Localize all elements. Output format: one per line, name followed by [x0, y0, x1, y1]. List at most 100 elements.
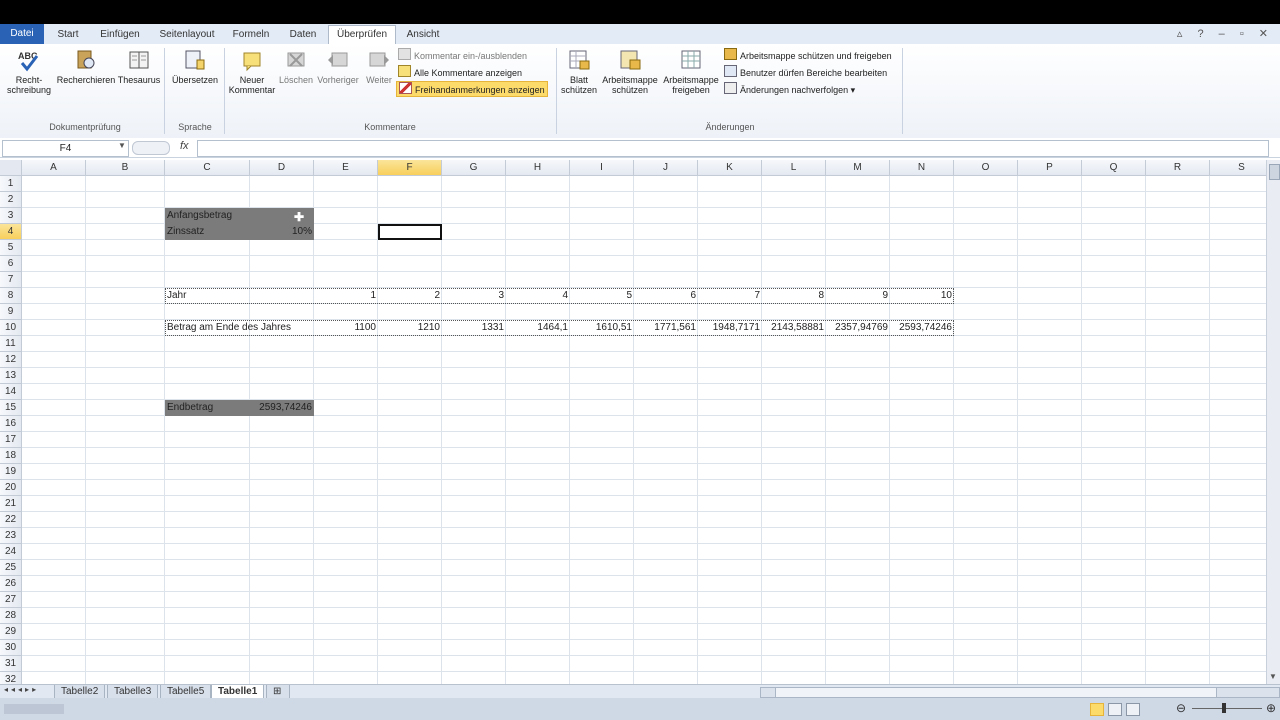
next-comment-button[interactable]: Weiter: [362, 48, 396, 85]
tab-einfuegen[interactable]: Einfügen: [92, 26, 148, 43]
row-header-1[interactable]: 1: [0, 176, 22, 192]
cell-c3[interactable]: Anfangsbetrag: [165, 208, 250, 224]
sheet-tab-tabelle1[interactable]: Tabelle1: [211, 685, 265, 698]
column-header-l[interactable]: L: [762, 160, 826, 176]
zoom-slider-handle[interactable]: [1222, 703, 1226, 713]
column-header-f[interactable]: F: [378, 160, 442, 176]
row-header-11[interactable]: 11: [0, 336, 22, 352]
row-header-10[interactable]: 10: [0, 320, 22, 336]
hscroll-thumb[interactable]: [775, 688, 1217, 697]
zoom-in-icon[interactable]: ⊕: [1266, 701, 1276, 715]
row-header-6[interactable]: 6: [0, 256, 22, 272]
column-header-n[interactable]: N: [890, 160, 954, 176]
sheet-tab-tabelle2[interactable]: Tabelle2: [54, 685, 106, 698]
row-header-20[interactable]: 20: [0, 480, 22, 496]
select-all-corner[interactable]: [0, 160, 22, 176]
tab-start[interactable]: Start: [50, 26, 86, 43]
row-header-32[interactable]: 32: [0, 672, 22, 684]
spelling-button[interactable]: ABC Recht- schreibung: [4, 48, 54, 95]
tab-datei[interactable]: Datei: [0, 24, 44, 44]
show-ink-button[interactable]: Freihandanmerkungen anzeigen: [396, 81, 548, 97]
row-header-14[interactable]: 14: [0, 384, 22, 400]
zoom-slider[interactable]: [1192, 708, 1262, 709]
tab-seitenlayout[interactable]: Seitenlayout: [154, 26, 220, 43]
window-controls[interactable]: ▵ ? – ▫ ✕: [1177, 27, 1274, 40]
active-cell-cursor[interactable]: [378, 224, 442, 240]
page-break-view-icon[interactable]: [1126, 703, 1140, 716]
column-header-b[interactable]: B: [86, 160, 165, 176]
protect-workbook-button[interactable]: Arbeitsmappe schützen: [600, 48, 660, 95]
row-header-25[interactable]: 25: [0, 560, 22, 576]
row-header-8[interactable]: 8: [0, 288, 22, 304]
row-header-2[interactable]: 2: [0, 192, 22, 208]
row-header-3[interactable]: 3: [0, 208, 22, 224]
formula-controls[interactable]: [132, 141, 170, 155]
row-header-28[interactable]: 28: [0, 608, 22, 624]
row-header-30[interactable]: 30: [0, 640, 22, 656]
row-header-27[interactable]: 27: [0, 592, 22, 608]
column-header-q[interactable]: Q: [1082, 160, 1146, 176]
sheet-nav-icon[interactable]: ◂◂◂▸▸: [4, 685, 39, 694]
allow-ranges-button[interactable]: Benutzer dürfen Bereiche bearbeiten: [724, 65, 887, 79]
tab-daten[interactable]: Daten: [282, 26, 324, 43]
formula-input[interactable]: [197, 140, 1269, 157]
column-header-r[interactable]: R: [1146, 160, 1210, 176]
horizontal-scrollbar[interactable]: [760, 687, 1280, 698]
tab-ueberpruefen[interactable]: Überprüfen: [328, 25, 396, 45]
row-header-5[interactable]: 5: [0, 240, 22, 256]
insert-function-icon[interactable]: fx: [180, 140, 189, 152]
row-header-24[interactable]: 24: [0, 544, 22, 560]
row-header-16[interactable]: 16: [0, 416, 22, 432]
column-header-p[interactable]: P: [1018, 160, 1082, 176]
delete-comment-button[interactable]: Löschen: [278, 48, 314, 85]
share-workbook-button[interactable]: Arbeitsmappe freigeben: [660, 48, 722, 95]
column-header-o[interactable]: O: [954, 160, 1018, 176]
column-header-s[interactable]: S: [1210, 160, 1266, 176]
row-header-18[interactable]: 18: [0, 448, 22, 464]
name-box[interactable]: F4: [2, 140, 129, 157]
column-header-d[interactable]: D: [250, 160, 314, 176]
previous-comment-button[interactable]: Vorheriger: [314, 48, 362, 85]
scroll-thumb[interactable]: [1269, 164, 1280, 180]
sheet-tab-tabelle3[interactable]: Tabelle3: [107, 685, 159, 698]
translate-button[interactable]: Übersetzen: [168, 48, 222, 85]
protect-sheet-button[interactable]: Blatt schützen: [560, 48, 598, 95]
show-all-comments-button[interactable]: Alle Kommentare anzeigen: [398, 65, 522, 79]
sheet-tab-tabelle5[interactable]: Tabelle5: [160, 685, 212, 698]
worksheet-grid[interactable]: ABCDEFGHIJKLMNOPQRS 1 2 3 4 5 6 7 8 9 10 11 12 13 14 1…: [0, 160, 1266, 684]
insert-sheet-icon[interactable]: ⊞: [266, 685, 290, 698]
tab-formeln[interactable]: Formeln: [226, 26, 276, 43]
row-header-23[interactable]: 23: [0, 528, 22, 544]
thesaurus-button[interactable]: Thesaurus: [116, 48, 162, 85]
cell-c4[interactable]: Zinssatz: [165, 224, 250, 240]
row-header-7[interactable]: 7: [0, 272, 22, 288]
row-header-21[interactable]: 21: [0, 496, 22, 512]
track-changes-button[interactable]: Änderungen nachverfolgen ▾: [724, 82, 855, 96]
tab-ansicht[interactable]: Ansicht: [400, 26, 446, 43]
cell-d15[interactable]: 2593,74246: [250, 400, 314, 416]
row-header-15[interactable]: 15: [0, 400, 22, 416]
column-header-g[interactable]: G: [442, 160, 506, 176]
cell-d3[interactable]: [250, 208, 314, 224]
column-header-c[interactable]: C: [165, 160, 250, 176]
toggle-comment-button[interactable]: Kommentar ein-/ausblenden: [398, 48, 527, 62]
row-header-26[interactable]: 26: [0, 576, 22, 592]
row-header-22[interactable]: 22: [0, 512, 22, 528]
row-header-9[interactable]: 9: [0, 304, 22, 320]
cell-d4[interactable]: 10%: [250, 224, 314, 240]
column-header-e[interactable]: E: [314, 160, 378, 176]
protect-share-button[interactable]: Arbeitsmappe schützen und freigeben: [724, 48, 892, 62]
column-header-i[interactable]: I: [570, 160, 634, 176]
row-header-19[interactable]: 19: [0, 464, 22, 480]
column-header-k[interactable]: K: [698, 160, 762, 176]
row-header-4[interactable]: 4: [0, 224, 22, 240]
row-header-29[interactable]: 29: [0, 624, 22, 640]
column-header-a[interactable]: A: [22, 160, 86, 176]
row-header-17[interactable]: 17: [0, 432, 22, 448]
page-layout-view-icon[interactable]: [1108, 703, 1122, 716]
new-comment-button[interactable]: Neuer Kommentar: [228, 48, 276, 95]
scroll-down-icon[interactable]: ▼: [1269, 672, 1277, 681]
cell-c15[interactable]: Endbetrag: [165, 400, 250, 416]
chevron-down-icon[interactable]: ▼: [118, 141, 126, 150]
row-header-12[interactable]: 12: [0, 352, 22, 368]
